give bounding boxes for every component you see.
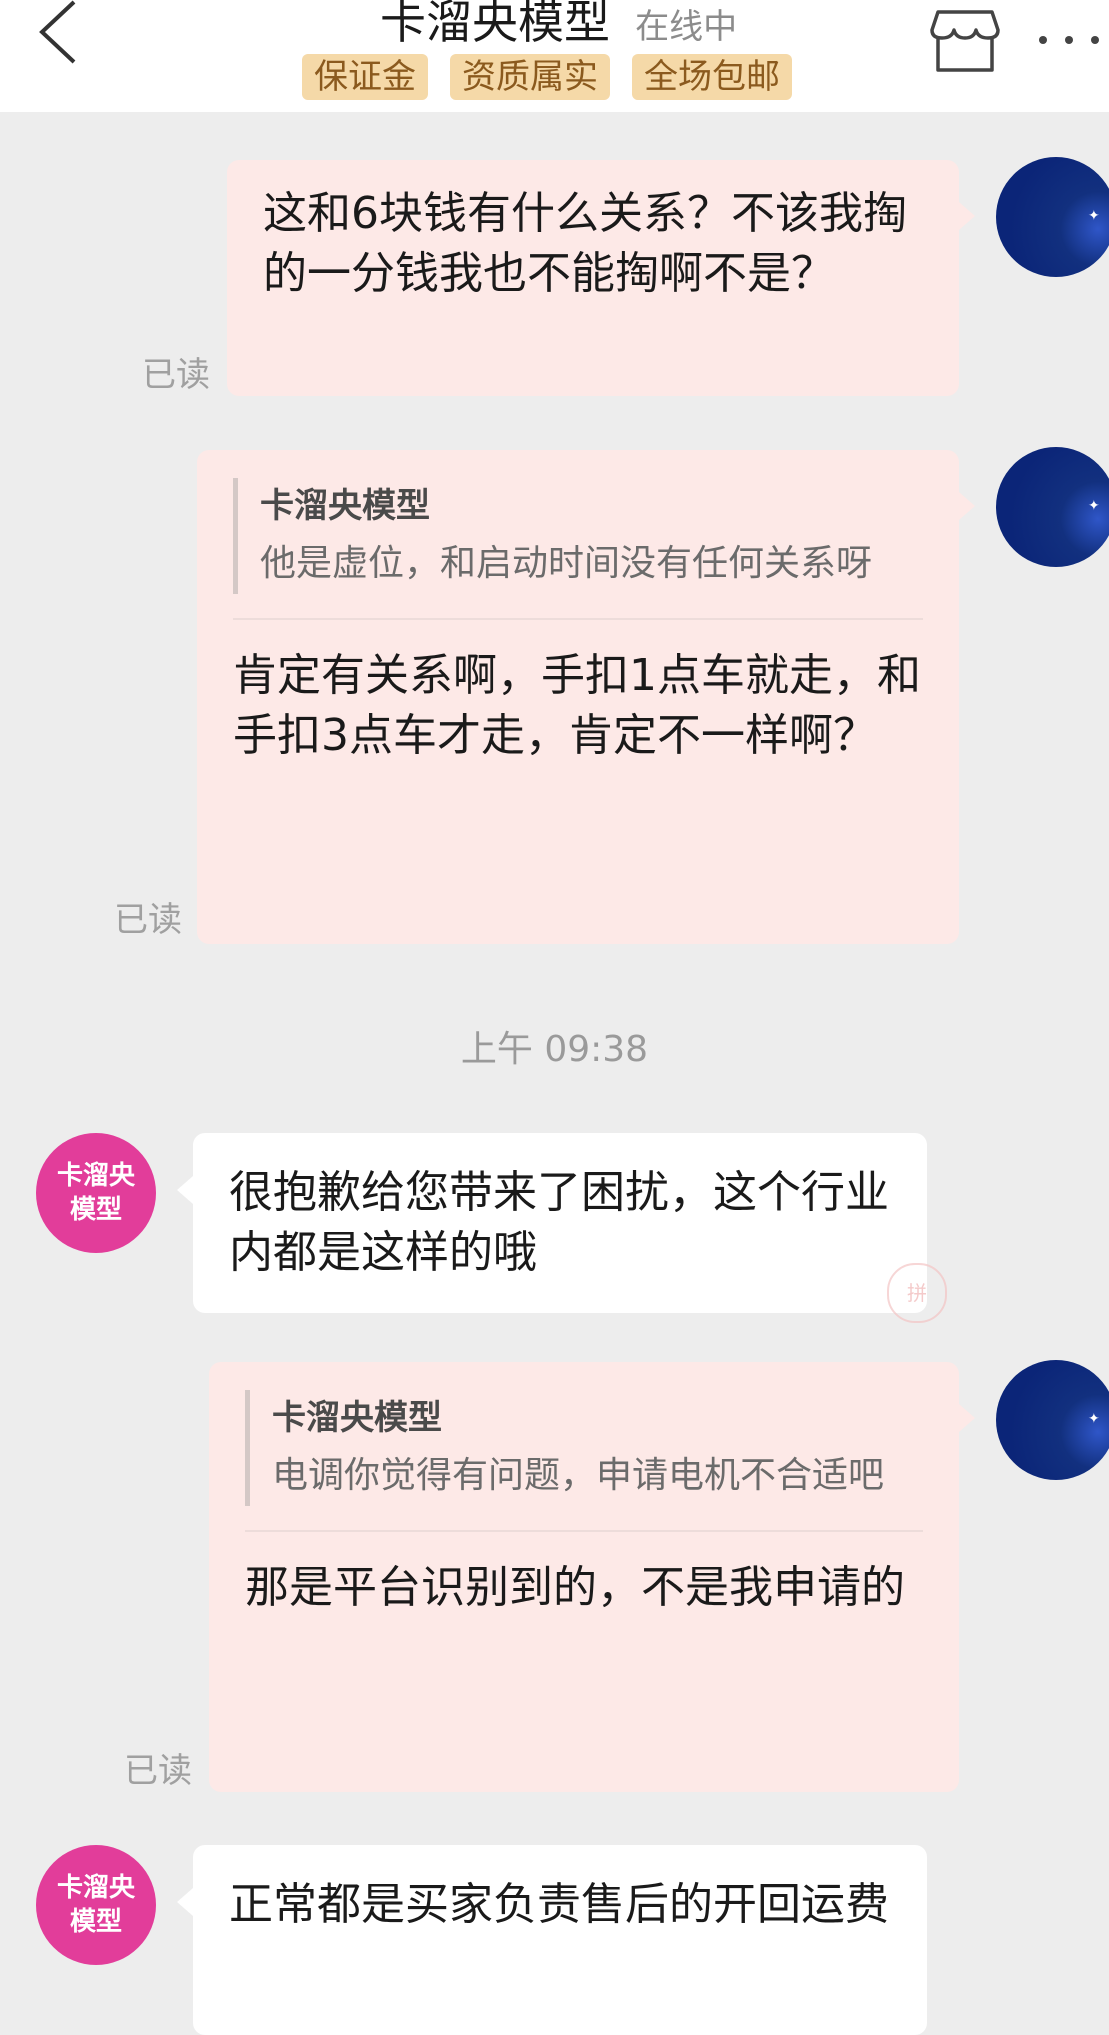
star-icon: ✦	[1088, 1411, 1100, 1427]
shop-badges: 保证金 资质属实 全场包邮	[302, 54, 792, 100]
message-text: 这和6块钱有什么关系？不该我掏的一分钱我也不能掏啊不是？	[263, 188, 907, 299]
quoted-message[interactable]: 卡溜央模型 电调你觉得有问题，申请电机不合适吧	[245, 1390, 923, 1506]
avatar-text-line2: 模型	[69, 1907, 122, 1937]
stamp-icon: 拼	[887, 1263, 947, 1323]
bubble-tail	[959, 202, 975, 230]
badge-verified[interactable]: 资质属实	[450, 54, 610, 100]
quote-text: 他是虚位，和启动时间没有任何关系呀	[260, 543, 873, 584]
store-icon[interactable]	[930, 8, 1000, 74]
title-row: 卡溜央模型 在线中	[380, 0, 738, 49]
my-quoted-message-bubble[interactable]: 卡溜央模型 他是虚位，和启动时间没有任何关系呀 肯定有关系啊，手扣1点车就走，和…	[197, 450, 959, 944]
shop-name[interactable]: 卡溜央模型	[380, 0, 610, 49]
shop-message-bubble[interactable]: 很抱歉给您带来了困扰，这个行业内都是这样的哦 拼	[193, 1133, 947, 1323]
star-icon: ✦	[1088, 208, 1100, 224]
bubble-tail	[959, 1404, 975, 1432]
bubble-tail	[177, 1176, 193, 1204]
my-avatar[interactable]: ✦	[996, 1360, 1109, 1480]
bubble-tail	[177, 1888, 193, 1916]
my-message-bubble[interactable]: 这和6块钱有什么关系？不该我掏的一分钱我也不能掏啊不是？	[227, 160, 959, 396]
message-text: 肯定有关系啊，手扣1点车就走，和手扣3点车才走，肯定不一样啊？	[233, 650, 921, 761]
my-quoted-message-bubble[interactable]: 卡溜央模型 电调你觉得有问题，申请电机不合适吧 那是平台识别到的，不是我申请的	[209, 1362, 959, 1792]
chat-header: 卡溜央模型 在线中 保证金 资质属实 全场包邮	[0, 0, 1109, 112]
badge-free-shipping[interactable]: 全场包邮	[632, 54, 792, 100]
message-timestamp: 上午 09:38	[460, 1029, 649, 1070]
message-text: 正常都是买家负责售后的开回运费	[229, 1879, 889, 1930]
online-status: 在线中	[635, 7, 738, 47]
quote-divider	[233, 618, 923, 620]
bubble-tail	[959, 492, 975, 520]
message-text: 那是平台识别到的，不是我申请的	[245, 1562, 905, 1613]
quoted-message[interactable]: 卡溜央模型 他是虚位，和启动时间没有任何关系呀	[233, 478, 923, 594]
message-text: 很抱歉给您带来了困扰，这个行业内都是这样的哦	[229, 1167, 889, 1278]
shop-avatar[interactable]: 卡溜央 模型	[36, 1845, 156, 1965]
avatar-text-line1: 卡溜央	[56, 1873, 135, 1903]
quote-divider	[245, 1530, 923, 1532]
read-receipt: 已读	[142, 355, 210, 395]
my-avatar[interactable]: ✦	[996, 447, 1109, 567]
read-receipt: 已读	[114, 900, 182, 940]
badge-deposit[interactable]: 保证金	[302, 54, 428, 100]
quote-text: 电调你觉得有问题，申请电机不合适吧	[272, 1455, 885, 1496]
star-icon: ✦	[1088, 498, 1100, 514]
shop-avatar[interactable]: 卡溜央 模型	[36, 1133, 156, 1253]
avatar-text-line1: 卡溜央	[56, 1161, 135, 1191]
back-arrow-icon[interactable]	[30, 0, 90, 70]
quote-sender: 卡溜央模型	[272, 1398, 442, 1438]
shop-message-bubble[interactable]: 正常都是买家负责售后的开回运费	[193, 1845, 927, 2035]
my-avatar[interactable]: ✦	[996, 157, 1109, 277]
avatar-text-line2: 模型	[69, 1195, 122, 1225]
quote-sender: 卡溜央模型	[260, 486, 430, 526]
more-dots-icon[interactable]	[1035, 20, 1103, 60]
read-receipt: 已读	[124, 1751, 192, 1791]
